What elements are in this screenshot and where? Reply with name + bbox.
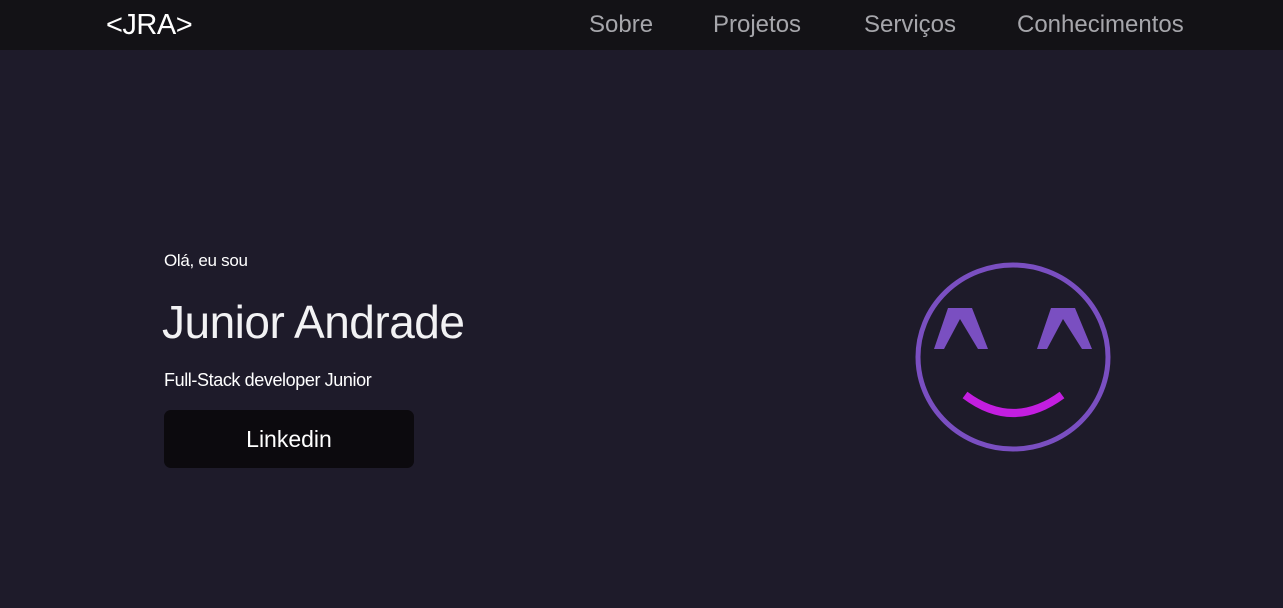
smiley-face-icon: [915, 262, 1111, 452]
smiley-right-eye: [1037, 308, 1092, 349]
nav-item-sobre[interactable]: Sobre: [589, 11, 653, 39]
smiley-left-eye: [934, 308, 988, 349]
linkedin-button[interactable]: Linkedin: [164, 410, 414, 468]
nav-item-projetos[interactable]: Projetos: [713, 11, 801, 39]
hero-name: Junior Andrade: [162, 296, 465, 348]
hero-greeting: Olá, eu sou: [164, 251, 248, 270]
nav-item-conhecimentos[interactable]: Conhecimentos: [1017, 11, 1184, 39]
smiley-face-outline: [915, 262, 1111, 452]
logo[interactable]: <JRA>: [106, 8, 193, 42]
smiley-mouth: [962, 391, 1065, 417]
hero-role: Full-Stack developer Junior: [164, 370, 372, 390]
navbar: <JRA> Sobre Projetos Serviços Conhecimen…: [0, 0, 1283, 50]
nav-item-servicos[interactable]: Serviços: [864, 11, 956, 39]
